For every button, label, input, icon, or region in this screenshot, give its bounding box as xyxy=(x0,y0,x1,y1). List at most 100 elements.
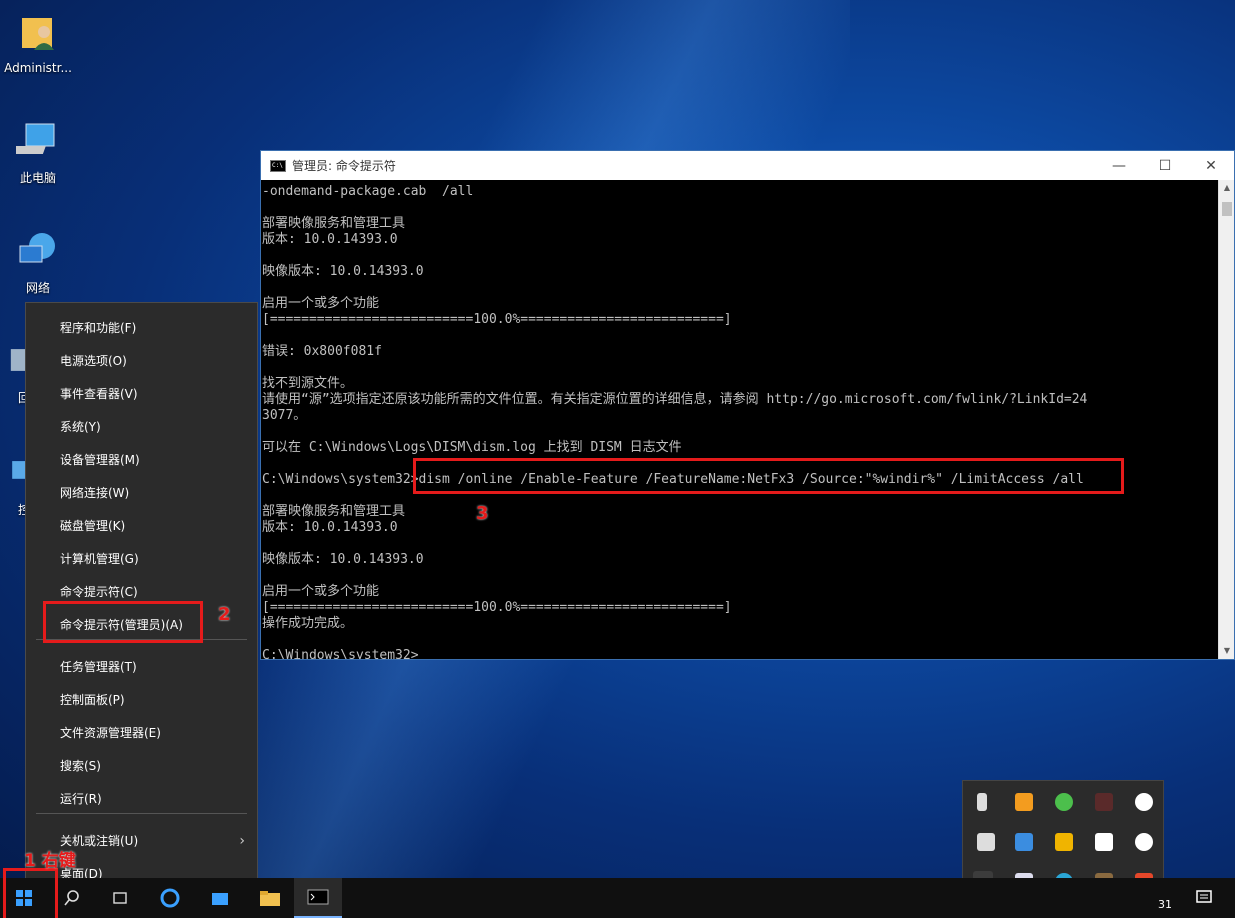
scroll-down-arrow-icon[interactable]: ▼ xyxy=(1219,643,1235,659)
minimize-button[interactable]: — xyxy=(1096,151,1142,180)
maximize-button[interactable]: ☐ xyxy=(1142,151,1188,180)
store-icon xyxy=(212,893,228,905)
context-menu-item-label: 系统(Y) xyxy=(60,420,101,434)
console-line: 错误: 0x800f081f xyxy=(262,344,382,359)
winx-context-menu: 程序和功能(F) 电源选项(O) 事件查看器(V) 系统(Y) 设备管理器(M) 网络连接… xyxy=(25,302,258,898)
console-output[interactable]: -ondemand-package.cab /all 部署映像服务和管理工具 版本:… xyxy=(261,180,1218,659)
file-explorer-button[interactable] xyxy=(246,878,294,918)
device-transfer-icon[interactable] xyxy=(977,833,995,851)
step-2-label: 2 xyxy=(218,604,231,625)
scroll-up-arrow-icon[interactable]: ▲ xyxy=(1219,180,1235,196)
context-menu-item-label: 任务管理器(T) xyxy=(60,660,137,674)
console-line: 映像版本: 10.0.14393.0 xyxy=(262,264,424,279)
folder-icon xyxy=(260,891,280,906)
context-menu-item[interactable]: 程序和功能(F) xyxy=(26,311,257,344)
console-line: 部署映像服务和管理工具 xyxy=(262,216,406,231)
calendar-app-icon[interactable] xyxy=(1015,793,1033,811)
blurred-app-icon[interactable] xyxy=(1095,793,1113,811)
console-line: 启用一个或多个功能 xyxy=(262,296,380,311)
context-menu-item[interactable]: 事件查看器(V) xyxy=(26,377,257,410)
desktop-icon-administrator[interactable]: Administr... xyxy=(0,10,76,75)
console-line: 启用一个或多个功能 xyxy=(262,584,380,599)
command-prompt-taskbar-button[interactable] xyxy=(294,878,342,918)
task-view-icon xyxy=(113,892,127,904)
context-menu-item-label: 搜索(S) xyxy=(60,759,101,773)
document-app-icon[interactable] xyxy=(1095,833,1113,851)
notification-icon xyxy=(1196,890,1212,903)
context-menu-item[interactable]: 搜索(S) xyxy=(26,749,257,782)
context-menu-item-label: 磁盘管理(K) xyxy=(60,519,126,533)
desktop-icon-label: Administr... xyxy=(4,61,72,75)
context-menu-item[interactable]: 计算机管理(G) xyxy=(26,542,257,575)
context-menu-item[interactable]: 任务管理器(T) xyxy=(26,650,257,683)
submenu-chevron-icon: › xyxy=(239,832,245,849)
console-line: 找不到源文件。 xyxy=(262,376,354,391)
context-menu-item-label: 命令提示符(C) xyxy=(60,585,138,599)
context-menu-item-label: 文件资源管理器(E) xyxy=(60,726,161,740)
console-line: C:\Windows\system32> xyxy=(262,648,419,659)
console-line: 操作成功完成。 xyxy=(262,616,354,631)
context-menu-item[interactable]: 磁盘管理(K) xyxy=(26,509,257,542)
step-3-label: 3 xyxy=(476,503,489,524)
console-line: 版本: 10.0.14393.0 xyxy=(262,520,398,535)
scrollbar-thumb[interactable] xyxy=(1222,202,1232,216)
context-menu-item-label: 计算机管理(G) xyxy=(60,552,139,566)
window-titlebar[interactable]: 管理员: 命令提示符 — ☐ ✕ xyxy=(261,151,1234,180)
close-button[interactable]: ✕ xyxy=(1188,151,1234,180)
console-app-icon xyxy=(270,159,286,172)
console-line: 映像版本: 10.0.14393.0 xyxy=(262,552,424,567)
context-menu-item[interactable]: 文件资源管理器(E) xyxy=(26,716,257,749)
context-menu-item[interactable]: 设备管理器(M) xyxy=(26,443,257,476)
console-line: 部署映像服务和管理工具 xyxy=(262,504,406,519)
console-line: 版本: 10.0.14393.0 xyxy=(262,232,398,247)
context-menu-item-label: 运行(R) xyxy=(60,792,102,806)
computer-icon xyxy=(6,123,55,154)
refresh-app-icon[interactable] xyxy=(1055,793,1073,811)
console-line: 可以在 C:\Windows\Logs\DISM\dism.log 上找到 DI… xyxy=(262,440,682,455)
user-folder-icon xyxy=(22,18,54,50)
store-button[interactable] xyxy=(196,878,244,918)
context-menu-item-label: 设备管理器(M) xyxy=(60,453,140,467)
shield-icon[interactable] xyxy=(1055,833,1073,851)
puzzle-app-icon[interactable] xyxy=(1015,833,1033,851)
console-line: [==========================100.0%=======… xyxy=(262,312,732,327)
highlight-box-dism-command xyxy=(413,458,1124,494)
action-center-button[interactable] xyxy=(1180,878,1228,918)
edge-browser-button[interactable] xyxy=(146,878,194,918)
clock-fragment[interactable]: 31 xyxy=(1158,898,1172,911)
desktop-icon-network[interactable]: 网络 xyxy=(0,228,76,296)
console-line: 请使用“源”选项指定还原该功能所需的文件位置。有关指定源位置的详细信息，请参阅 … xyxy=(262,392,1088,407)
context-menu-item-label: 程序和功能(F) xyxy=(60,321,137,335)
cloud-app-icon[interactable] xyxy=(1135,793,1153,811)
desktop-icon-this-pc[interactable]: 此电脑 xyxy=(0,118,76,186)
step-1-label: 1 右键 xyxy=(24,851,76,871)
taskbar: 31 xyxy=(0,878,1235,918)
context-menu-item[interactable]: 系统(Y) xyxy=(26,410,257,443)
context-menu-item[interactable]: 运行(R) xyxy=(26,782,257,815)
vertical-scrollbar[interactable]: ▲ ▼ xyxy=(1218,180,1234,659)
context-menu-item[interactable]: 网络连接(W) xyxy=(26,476,257,509)
highlight-box-cmd-admin xyxy=(43,601,203,643)
context-menu-item-label: 电源选项(O) xyxy=(60,354,127,368)
context-menu-item-label: 网络连接(W) xyxy=(60,486,130,500)
desktop-icon-label: 网络 xyxy=(25,281,50,295)
command-prompt-window[interactable]: 管理员: 命令提示符 — ☐ ✕ -ondemand-package.cab /… xyxy=(260,150,1235,660)
context-menu-item[interactable]: 控制面板(P) xyxy=(26,683,257,716)
window-title: 管理员: 命令提示符 xyxy=(292,159,396,173)
usb-drive-icon[interactable] xyxy=(977,793,987,811)
console-icon xyxy=(307,889,329,905)
edge-icon xyxy=(160,888,180,908)
audio-wave-icon[interactable] xyxy=(1135,833,1153,851)
context-menu-item[interactable]: 电源选项(O) xyxy=(26,344,257,377)
context-menu-item-label: 事件查看器(V) xyxy=(60,387,138,401)
task-view-button[interactable] xyxy=(96,878,144,918)
